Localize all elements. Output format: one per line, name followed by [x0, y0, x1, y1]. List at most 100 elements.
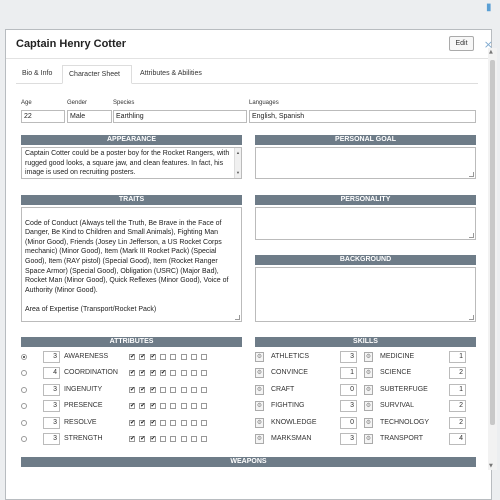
attribute-checkbox[interactable]: [190, 436, 197, 442]
attribute-value[interactable]: 3: [43, 433, 60, 445]
attribute-checkbox[interactable]: [170, 386, 177, 393]
attribute-checkbox[interactable]: ✔: [139, 386, 145, 393]
skill-value[interactable]: 2: [449, 416, 466, 429]
attribute-checkbox[interactable]: [159, 403, 166, 410]
tab-attributes-abilities[interactable]: Attributes & Abilities: [134, 65, 224, 84]
skill-value[interactable]: 3: [340, 400, 357, 413]
attribute-checkbox[interactable]: ✔: [149, 370, 156, 377]
skill-icon[interactable]: ⚙: [255, 352, 264, 362]
attribute-radio[interactable]: [21, 419, 27, 426]
skill-icon[interactable]: ⚙: [364, 401, 373, 412]
attribute-radio[interactable]: [21, 354, 27, 360]
attribute-checkbox[interactable]: ✔: [139, 403, 145, 410]
personal-goal-textarea[interactable]: [255, 147, 476, 179]
attribute-checkbox[interactable]: [180, 354, 187, 360]
attribute-checkbox[interactable]: [180, 419, 187, 426]
attribute-checkbox[interactable]: [201, 403, 208, 410]
attribute-checkbox[interactable]: ✔: [129, 386, 135, 393]
attribute-checkbox[interactable]: [190, 370, 197, 377]
skill-value[interactable]: 1: [449, 351, 466, 363]
attribute-checkbox[interactable]: [170, 419, 177, 426]
attribute-checkbox[interactable]: ✔: [139, 419, 145, 426]
skill-icon[interactable]: ⚙: [255, 401, 264, 412]
attribute-checkbox[interactable]: ✔: [129, 403, 135, 410]
tab-character-sheet[interactable]: Character Sheet: [62, 65, 132, 84]
attribute-checkbox[interactable]: [201, 386, 208, 393]
attribute-checkbox[interactable]: ✔: [139, 436, 145, 442]
bookmark-icon[interactable]: ▮: [486, 2, 496, 14]
attribute-checkbox[interactable]: [190, 354, 197, 360]
skill-icon[interactable]: ⚙: [255, 368, 264, 379]
attribute-checkbox[interactable]: [201, 354, 208, 360]
attribute-checkbox[interactable]: ✔: [129, 354, 135, 360]
attribute-radio[interactable]: [21, 403, 27, 410]
resize-grip[interactable]: [469, 172, 474, 177]
appearance-scrollbar[interactable]: ▲ ▼: [234, 148, 241, 178]
attribute-checkbox[interactable]: [159, 386, 166, 393]
attribute-value[interactable]: 3: [43, 351, 60, 363]
attribute-checkbox[interactable]: [170, 403, 177, 410]
attribute-checkbox[interactable]: [170, 354, 177, 360]
attribute-checkbox[interactable]: ✔: [149, 419, 156, 426]
edit-button[interactable]: Edit: [449, 36, 474, 51]
skill-icon[interactable]: ⚙: [364, 417, 373, 428]
background-textarea[interactable]: [255, 267, 476, 322]
scroll-down-icon[interactable]: ▼: [489, 463, 493, 469]
skill-value[interactable]: 4: [449, 433, 466, 445]
attribute-checkbox[interactable]: ✔: [159, 370, 166, 377]
attribute-value[interactable]: 3: [43, 383, 60, 396]
skill-icon[interactable]: ⚙: [364, 384, 373, 395]
attribute-checkbox[interactable]: [170, 436, 177, 442]
skill-value[interactable]: 1: [340, 367, 357, 380]
species-field[interactable]: Earthling: [113, 110, 247, 123]
attribute-checkbox[interactable]: [170, 370, 177, 377]
tab-bio-info[interactable]: Bio & Info: [16, 65, 61, 84]
attribute-checkbox[interactable]: [201, 436, 208, 442]
attribute-checkbox[interactable]: [159, 419, 166, 426]
skill-icon[interactable]: ⚙: [255, 434, 264, 444]
attribute-checkbox[interactable]: ✔: [139, 370, 145, 377]
skill-value[interactable]: 1: [449, 383, 466, 396]
attribute-radio[interactable]: [21, 436, 27, 442]
skill-value[interactable]: 2: [449, 367, 466, 380]
skill-icon[interactable]: ⚙: [364, 352, 373, 362]
attribute-checkbox[interactable]: [201, 370, 208, 377]
attribute-checkbox[interactable]: ✔: [149, 403, 156, 410]
attribute-checkbox[interactable]: [159, 436, 166, 442]
attribute-value[interactable]: 3: [43, 416, 60, 429]
attribute-checkbox[interactable]: [190, 419, 197, 426]
skill-value[interactable]: 2: [449, 400, 466, 413]
scroll-up-icon[interactable]: ▲: [489, 49, 493, 55]
personality-textarea[interactable]: [255, 207, 476, 240]
appearance-textarea[interactable]: Captain Cotter could be a poster boy for…: [21, 147, 242, 179]
attribute-checkbox[interactable]: [180, 370, 187, 377]
skill-value[interactable]: 0: [340, 416, 357, 429]
attribute-checkbox[interactable]: [190, 403, 197, 410]
skill-icon[interactable]: ⚙: [255, 417, 264, 428]
age-field[interactable]: 22: [21, 110, 65, 123]
gender-field[interactable]: Male: [67, 110, 112, 123]
attribute-checkbox[interactable]: ✔: [139, 354, 145, 360]
attribute-radio[interactable]: [21, 370, 27, 377]
traits-textarea[interactable]: Code of Conduct (Always tell the Truth, …: [21, 207, 242, 322]
attribute-checkbox[interactable]: ✔: [129, 370, 135, 377]
resize-grip[interactable]: [469, 233, 474, 238]
skill-icon[interactable]: ⚙: [364, 434, 373, 444]
resize-grip[interactable]: [469, 315, 474, 320]
attribute-checkbox[interactable]: [201, 419, 208, 426]
modal-scrollbar[interactable]: ▲ ▼: [488, 48, 497, 470]
skill-icon[interactable]: ⚙: [364, 368, 373, 379]
attribute-checkbox[interactable]: ✔: [149, 386, 156, 393]
attribute-checkbox[interactable]: ✔: [149, 354, 156, 360]
resize-grip[interactable]: [235, 315, 240, 320]
attribute-checkbox[interactable]: [159, 354, 166, 360]
attribute-checkbox[interactable]: [180, 436, 187, 442]
attribute-value[interactable]: 4: [43, 367, 60, 380]
attribute-checkbox[interactable]: ✔: [129, 419, 135, 426]
attribute-checkbox[interactable]: [190, 386, 197, 393]
skill-value[interactable]: 0: [340, 383, 357, 396]
skill-value[interactable]: 3: [340, 351, 357, 363]
attribute-value[interactable]: 3: [43, 400, 60, 413]
attribute-checkbox[interactable]: ✔: [129, 436, 135, 442]
skill-icon[interactable]: ⚙: [255, 384, 264, 395]
